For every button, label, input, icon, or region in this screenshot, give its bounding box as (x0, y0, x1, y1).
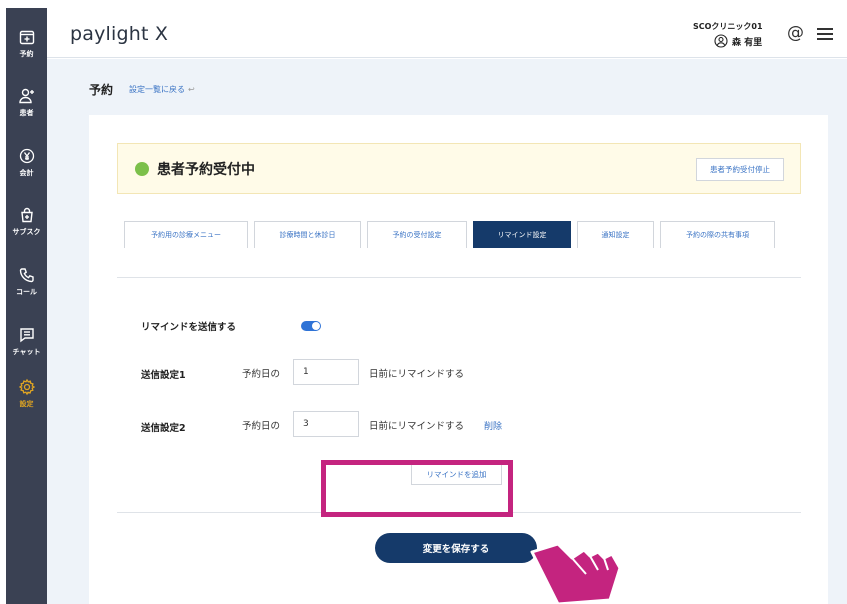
setting2-days-input[interactable]: 3 (293, 411, 359, 437)
back-to-settings-link[interactable]: 設定一覧に戻る ↩ (129, 84, 195, 95)
sidebar-item-label: 会計 (19, 169, 34, 177)
save-button-highlight (321, 460, 513, 517)
sidebar-item-reservation[interactable]: 予約 (6, 28, 47, 78)
top-header: paylight X SCOクリニック01 森 有里 @ (47, 8, 847, 58)
setting2-suffix: 日前にリマインドする (369, 421, 465, 432)
user-name: 森 有里 (732, 37, 763, 48)
sidebar-item-label: サブスク (12, 228, 41, 236)
sidebar-item-call[interactable]: コール (6, 266, 47, 316)
tab-acceptance-settings[interactable]: 予約の受付設定 (367, 221, 467, 248)
setting2-delete-link[interactable]: 削除 (484, 419, 502, 432)
sidebar-item-patients[interactable]: 患者 (6, 87, 47, 137)
app-window: 予約 患者 会計 サブスク コール チャット 設定 paylight X SCO… (0, 0, 847, 604)
sidebar-item-billing[interactable]: 会計 (6, 147, 47, 197)
stop-reservation-button[interactable]: 患者予約受付停止 (696, 158, 784, 181)
back-link-label: 設定一覧に戻る (129, 85, 185, 94)
toggle-knob (312, 322, 320, 330)
calendar-plus-icon (19, 30, 34, 45)
setting1-days-input[interactable]: 1 (293, 359, 359, 385)
clinic-name: SCOクリニック01 (693, 22, 763, 31)
main-content: 予約 設定一覧に戻る ↩ 患者予約受付中 患者予約受付停止 予約用の診療メニュー … (47, 59, 847, 604)
sidebar-item-label: 設定 (19, 400, 34, 408)
user-icon (714, 34, 728, 48)
setting1-prefix: 予約日の (242, 369, 281, 380)
return-arrow-icon: ↩ (188, 85, 195, 94)
sidebar-item-label: コール (16, 288, 37, 296)
bag-icon (20, 207, 33, 223)
phone-icon (19, 268, 34, 283)
setting1-suffix: 日前にリマインドする (369, 369, 465, 380)
gear-icon (18, 378, 35, 396)
sidebar-item-label: 予約 (19, 50, 34, 58)
app-logo: paylight X (70, 23, 169, 45)
sidebar-item-chat[interactable]: チャット (6, 326, 47, 376)
sidebar-item-label: チャット (12, 348, 41, 356)
pointing-hand-icon (530, 542, 622, 604)
setting2-label: 送信設定2 (141, 423, 186, 434)
send-remind-label: リマインドを送信する (141, 322, 237, 333)
setting2-prefix: 予約日の (242, 421, 281, 432)
sidebar-item-settings[interactable]: 設定 (6, 378, 47, 428)
user-info[interactable]: 森 有里 (714, 34, 762, 48)
at-icon[interactable]: @ (787, 25, 804, 42)
page-title: 予約 (89, 83, 114, 97)
user-add-icon (18, 88, 34, 104)
yen-icon (19, 148, 34, 164)
send-remind-toggle[interactable] (301, 321, 321, 331)
tab-remind-settings[interactable]: リマインド設定 (473, 221, 571, 248)
divider-top (117, 277, 801, 278)
status-banner: 患者予約受付中 患者予約受付停止 (117, 143, 801, 194)
tab-shared-notes[interactable]: 予約の際の共有事項 (660, 221, 775, 248)
chat-icon (19, 328, 34, 343)
sidebar-item-subscription[interactable]: サブスク (6, 206, 47, 256)
save-changes-button[interactable]: 変更を保存する (375, 533, 537, 563)
tab-hours-holidays[interactable]: 診療時間と休診日 (254, 221, 361, 248)
status-text: 患者予約受付中 (157, 162, 255, 178)
tab-notification-settings[interactable]: 通知設定 (577, 221, 654, 248)
status-dot-icon (135, 162, 149, 176)
sidebar: 予約 患者 会計 サブスク コール チャット 設定 (6, 8, 47, 604)
setting1-label: 送信設定1 (141, 370, 186, 381)
settings-card: 患者予約受付中 患者予約受付停止 予約用の診療メニュー 診療時間と休診日 予約の… (89, 115, 828, 604)
sidebar-item-label: 患者 (19, 109, 34, 117)
hamburger-menu-icon[interactable] (817, 28, 833, 40)
tab-reservation-menu[interactable]: 予約用の診療メニュー (124, 221, 248, 248)
